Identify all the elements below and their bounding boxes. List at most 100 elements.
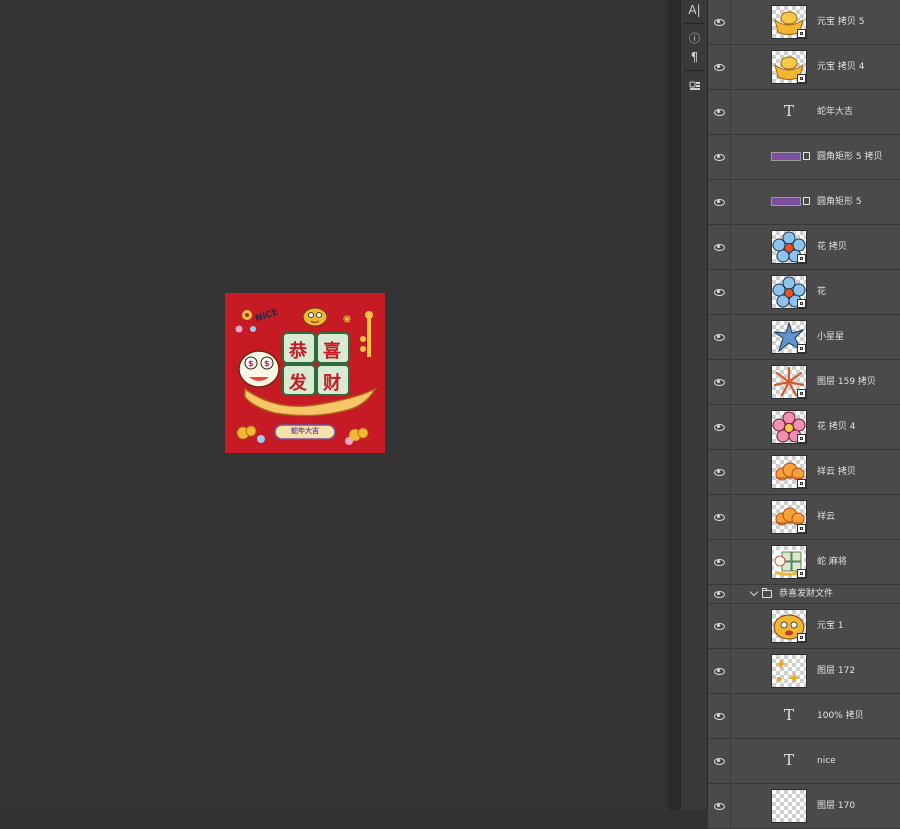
glyphs-panel-icon[interactable] — [681, 76, 708, 96]
layer-row[interactable]: 小星星 — [708, 315, 900, 360]
text-layer-icon: T — [784, 706, 795, 724]
visibility-toggle[interactable] — [708, 360, 731, 404]
character-panel-icon[interactable]: A| — [681, 0, 708, 20]
ingot-face-thumbnail[interactable] — [771, 609, 807, 643]
eye-icon — [713, 18, 725, 26]
smart-object-icon — [797, 254, 806, 263]
blank-thumbnail[interactable] — [771, 789, 807, 823]
layer-row[interactable]: 祥云 拷贝 — [708, 450, 900, 495]
visibility-toggle[interactable] — [708, 0, 731, 44]
eye-icon — [713, 513, 725, 521]
cloud-thumbnail[interactable] — [771, 500, 807, 534]
smart-object-icon — [797, 569, 806, 578]
layer-row[interactable]: 图层 172 — [708, 649, 900, 694]
info-icon[interactable]: ⓘ — [681, 28, 708, 48]
layer-row[interactable]: 元宝 拷贝 4 — [708, 45, 900, 90]
ingot-face — [302, 307, 328, 327]
eye-icon — [713, 198, 725, 206]
layer-row[interactable]: 圆角矩形 5 拷贝 — [708, 135, 900, 180]
visibility-toggle[interactable] — [708, 784, 731, 828]
visibility-toggle[interactable] — [708, 135, 731, 179]
eye-icon — [713, 243, 725, 251]
chevron-down-icon[interactable] — [749, 587, 759, 597]
panel-divider[interactable] — [668, 0, 680, 810]
layer-row[interactable]: 祥云 — [708, 495, 900, 540]
banner-text: 蛇年大吉 — [291, 427, 319, 435]
visibility-toggle[interactable] — [708, 585, 731, 603]
visibility-toggle[interactable] — [708, 604, 731, 648]
layer-row[interactable]: 花 拷贝 — [708, 225, 900, 270]
eye-icon — [713, 423, 725, 431]
visibility-toggle[interactable] — [708, 540, 731, 584]
eye-icon — [713, 712, 725, 720]
visibility-toggle[interactable] — [708, 450, 731, 494]
tile-char-1: 恭 — [289, 341, 307, 362]
eye-icon — [713, 153, 725, 161]
visibility-toggle[interactable] — [708, 180, 731, 224]
layer-name[interactable]: nice — [817, 739, 836, 784]
visibility-toggle[interactable] — [708, 739, 731, 783]
visibility-toggle[interactable] — [708, 270, 731, 314]
layer-name[interactable]: 元宝 1 — [817, 604, 844, 649]
layer-row[interactable]: T 100% 拷贝 — [708, 694, 900, 739]
document-canvas[interactable]: $ $ 恭 喜 发 财 蛇年大吉 NICE — [0, 0, 668, 810]
smart-object-icon — [797, 344, 806, 353]
layer-row[interactable]: 圆角矩形 5 — [708, 180, 900, 225]
visibility-toggle[interactable] — [708, 649, 731, 693]
blue-flower-thumbnail[interactable] — [771, 230, 807, 264]
visibility-toggle[interactable] — [708, 495, 731, 539]
layer-name[interactable]: 花 — [817, 270, 826, 315]
layer-name[interactable]: 花 拷贝 — [817, 225, 847, 270]
layer-row[interactable]: 图层 159 拷贝 — [708, 360, 900, 405]
layer-name[interactable]: 祥云 — [817, 495, 835, 540]
group-name[interactable]: 恭喜发财文件 — [779, 585, 833, 604]
layer-row[interactable]: 图层 170 — [708, 784, 900, 829]
layer-row[interactable]: 元宝 1 — [708, 604, 900, 649]
layer-name[interactable]: 元宝 拷贝 5 — [817, 0, 864, 45]
layer-row[interactable]: Tnice — [708, 739, 900, 784]
eye-icon — [713, 667, 725, 675]
layer-name[interactable]: 小星星 — [817, 315, 844, 360]
layer-row[interactable]: 花 拷贝 4 — [708, 405, 900, 450]
visibility-toggle[interactable] — [708, 315, 731, 359]
smart-object-icon — [797, 434, 806, 443]
layer-name[interactable]: 元宝 拷贝 4 — [817, 45, 864, 90]
layer-name[interactable]: 图层 172 — [817, 649, 855, 694]
layer-name[interactable]: 100% 拷贝 — [817, 694, 864, 739]
layer-row[interactable]: 蛇 麻将 — [708, 540, 900, 585]
layer-name[interactable]: 圆角矩形 5 拷贝 — [817, 135, 882, 180]
layer-name[interactable]: 蛇年大吉 — [817, 90, 853, 135]
visibility-toggle[interactable] — [708, 45, 731, 89]
layer-row[interactable]: 花 — [708, 270, 900, 315]
collapsed-panel-strip: A| ⓘ ¶ — [680, 0, 708, 810]
smart-object-icon — [797, 479, 806, 488]
svg-text:$: $ — [248, 359, 254, 368]
sparks-thumbnail[interactable] — [771, 654, 807, 688]
snake-thumbnail[interactable] — [771, 545, 807, 579]
cloud-thumbnail[interactable] — [771, 455, 807, 489]
ingot-thumbnail[interactable] — [771, 50, 807, 84]
layer-group-row[interactable]: 恭喜发财文件 — [708, 585, 900, 604]
layer-row[interactable]: 元宝 拷贝 5 — [708, 0, 900, 45]
red-envelope-artwork: $ $ 恭 喜 发 财 蛇年大吉 NICE — [225, 293, 385, 453]
pink-flower-thumbnail[interactable] — [771, 410, 807, 444]
layer-name[interactable]: 图层 159 拷贝 — [817, 360, 876, 405]
layer-name[interactable]: 花 拷贝 4 — [817, 405, 855, 450]
blue-flower-thumbnail[interactable] — [771, 275, 807, 309]
firework-ornament — [343, 315, 351, 323]
eye-icon — [713, 468, 725, 476]
ingot-thumbnail[interactable] — [771, 5, 807, 39]
burst-thumbnail[interactable] — [771, 365, 807, 399]
visibility-toggle[interactable] — [708, 694, 731, 738]
paragraph-icon[interactable]: ¶ — [681, 47, 708, 67]
layer-name[interactable]: 祥云 拷贝 — [817, 450, 856, 495]
layer-name[interactable]: 蛇 麻将 — [817, 540, 847, 585]
layer-name[interactable]: 圆角矩形 5 — [817, 180, 862, 225]
visibility-toggle[interactable] — [708, 90, 731, 134]
layer-row[interactable]: T 蛇年大吉 — [708, 90, 900, 135]
eye-icon — [713, 333, 725, 341]
star-thumbnail[interactable] — [771, 320, 807, 354]
visibility-toggle[interactable] — [708, 225, 731, 269]
layer-name[interactable]: 图层 170 — [817, 784, 855, 829]
visibility-toggle[interactable] — [708, 405, 731, 449]
